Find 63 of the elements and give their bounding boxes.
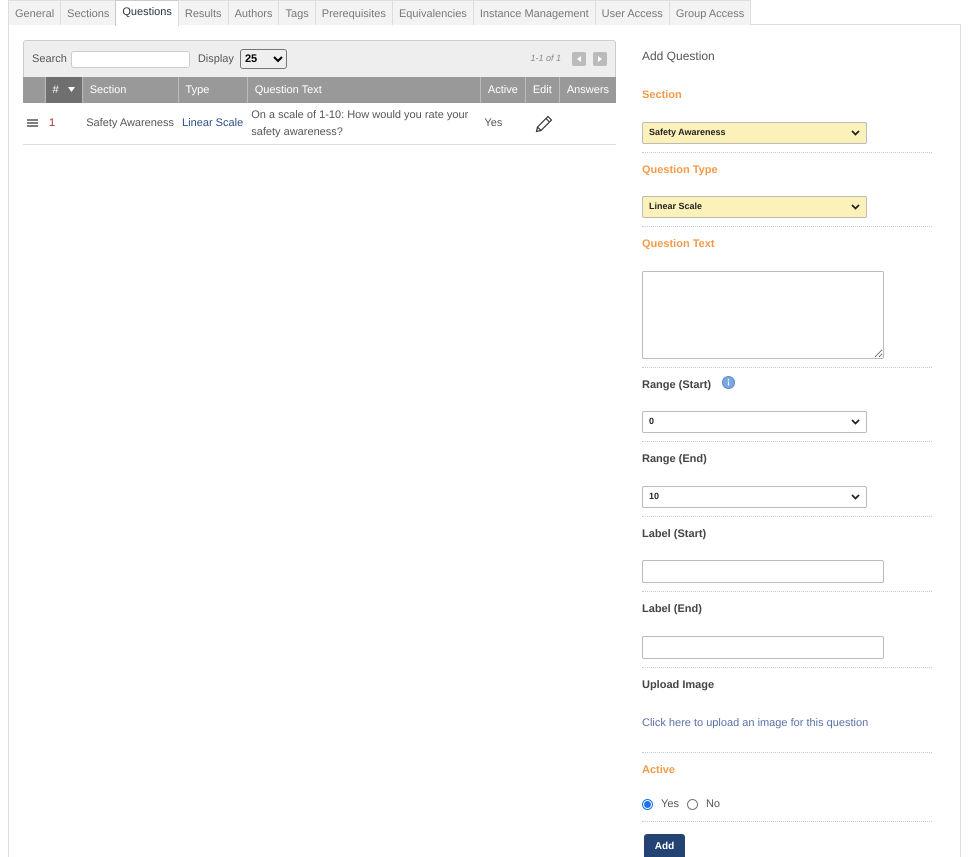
field-label: Label (Start) [642,526,706,542]
chevron-icon [851,494,860,500]
column-header[interactable]: Active [480,77,526,103]
chevron-icon [851,130,860,136]
field-label: Upload Image [642,678,714,692]
column-header[interactable]: Type [178,77,248,103]
tab[interactable]: User Access [594,0,670,25]
field-label: Active [642,762,676,778]
table-cell: Safety Awareness [86,117,174,130]
drag-handle-icon[interactable] [27,119,38,128]
column-header[interactable]: Section [82,77,178,103]
radio-label: Yes [661,797,679,812]
pager-text: 1-1 of 1 [530,52,561,66]
radio-button[interactable] [642,798,653,810]
form-title: Add Question [642,48,716,65]
chevron-icon [851,204,860,210]
field-label: Range (End) [642,452,707,467]
select-field[interactable]: Linear Scale [642,196,867,218]
select-field[interactable]: Safety Awareness [642,122,867,144]
input-field[interactable] [642,636,884,658]
caret-right-icon [596,55,604,63]
select-field[interactable]: 0 [642,411,867,433]
column-header[interactable]: # [45,77,82,103]
column-header[interactable]: Answers [559,77,616,103]
tab[interactable]: Prerequisites [314,0,393,25]
search-label: Search [32,52,67,67]
radio-label: No [706,797,720,812]
page-size-select[interactable]: 25 [240,49,287,69]
tab[interactable]: Sections [60,0,116,25]
info-icon[interactable] [722,376,736,390]
radio-button[interactable] [686,798,698,810]
tab[interactable]: Results [178,0,229,25]
type-link[interactable]: Linear Scale [182,117,244,130]
table-cell: Yes [484,117,502,130]
tab[interactable]: Instance Management [472,0,596,25]
caret-left-icon [575,55,583,63]
field-label: Label (End) [642,602,702,617]
field-label: Question Text [642,237,715,252]
display-label: Display [198,52,234,67]
tab[interactable]: Questions [115,0,179,26]
next-page-button[interactable] [593,52,607,66]
column-header[interactable]: Question Text [247,77,480,103]
table-cell: 1 [49,117,56,130]
field-label: Range (Start) [642,378,712,392]
field-label: Question Type [642,162,718,178]
table-cell: On a scale of 1-10: How would you rate your safety awareness? [251,109,468,138]
pencil-icon[interactable] [535,114,554,132]
text-area[interactable] [642,270,884,358]
prev-page-button[interactable] [572,52,586,66]
add-button[interactable]: Add [644,834,685,857]
tab[interactable]: General [8,0,62,25]
tab[interactable]: Equivalencies [392,0,474,25]
tab[interactable]: Authors [228,0,280,25]
field-label: Section [642,88,682,103]
sort-arrow-icon [68,87,75,92]
input-field[interactable] [642,560,884,583]
tab[interactable]: Tags [278,0,316,25]
search-field[interactable] [70,50,190,68]
chevron-icon [851,419,860,425]
column-header[interactable]: Edit [525,77,560,103]
select-field[interactable]: 10 [642,486,867,508]
upload-link[interactable]: Click here to upload an image for this question [642,717,868,729]
tab[interactable]: Group Access [668,0,752,25]
